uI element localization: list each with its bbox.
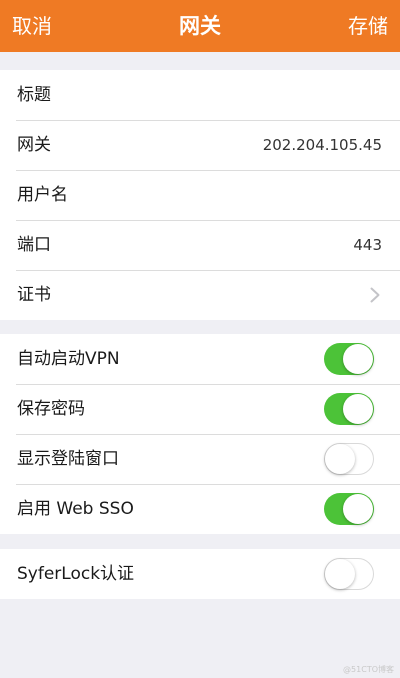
watermark: @51CTO博客 — [343, 665, 394, 674]
gateway-field[interactable]: 网关 202.204.105.45 — [0, 120, 400, 170]
gateway-label: 网关 — [17, 135, 51, 155]
chevron-right-icon — [370, 287, 380, 303]
toggle-knob — [325, 559, 355, 589]
toggle-knob — [325, 444, 355, 474]
port-label: 端口 — [17, 235, 51, 255]
syferlock-label: SyferLock认证 — [17, 564, 135, 584]
toggle-knob — [343, 394, 373, 424]
certificate-label: 证书 — [17, 285, 51, 305]
syferlock-group: SyferLock认证 — [0, 549, 400, 599]
save-password-label: 保存密码 — [17, 399, 85, 419]
enable-web-sso-label: 启用 Web SSO — [17, 499, 134, 519]
syferlock-toggle[interactable] — [324, 558, 374, 590]
port-value: 443 — [353, 236, 382, 254]
option-row: 显示登陆窗口 — [0, 434, 400, 484]
option-row: 自动启动VPN — [0, 334, 400, 384]
page-title: 网关 — [179, 14, 221, 38]
option-row: 启用 Web SSO — [0, 484, 400, 534]
option-row: 保存密码 — [0, 384, 400, 434]
enable-web-sso-toggle[interactable] — [324, 493, 374, 525]
title-field[interactable]: 标题 — [0, 70, 400, 120]
auto-start-vpn-toggle[interactable] — [324, 343, 374, 375]
save-password-toggle[interactable] — [324, 393, 374, 425]
vpn-options-group: 自动启动VPN 保存密码 显示登陆窗口 启用 Web SSO — [0, 334, 400, 534]
auto-start-vpn-label: 自动启动VPN — [17, 349, 120, 369]
gateway-settings-screen: 取消 网关 存储 标题 网关 202.204.105.45 用户名 端口 443… — [0, 0, 400, 678]
toggle-knob — [343, 344, 373, 374]
port-field[interactable]: 端口 443 — [0, 220, 400, 270]
cancel-button[interactable]: 取消 — [12, 0, 52, 52]
option-row: SyferLock认证 — [0, 549, 400, 599]
certificate-row[interactable]: 证书 — [0, 270, 400, 320]
gateway-value: 202.204.105.45 — [262, 136, 382, 154]
username-field[interactable]: 用户名 — [0, 170, 400, 220]
username-label: 用户名 — [17, 185, 68, 205]
toggle-knob — [343, 494, 373, 524]
connection-fields-group: 标题 网关 202.204.105.45 用户名 端口 443 证书 — [0, 70, 400, 320]
save-button[interactable]: 存储 — [348, 0, 388, 52]
navigation-bar: 取消 网关 存储 — [0, 0, 400, 52]
show-login-window-toggle[interactable] — [324, 443, 374, 475]
title-label: 标题 — [17, 85, 51, 105]
show-login-window-label: 显示登陆窗口 — [17, 449, 119, 469]
